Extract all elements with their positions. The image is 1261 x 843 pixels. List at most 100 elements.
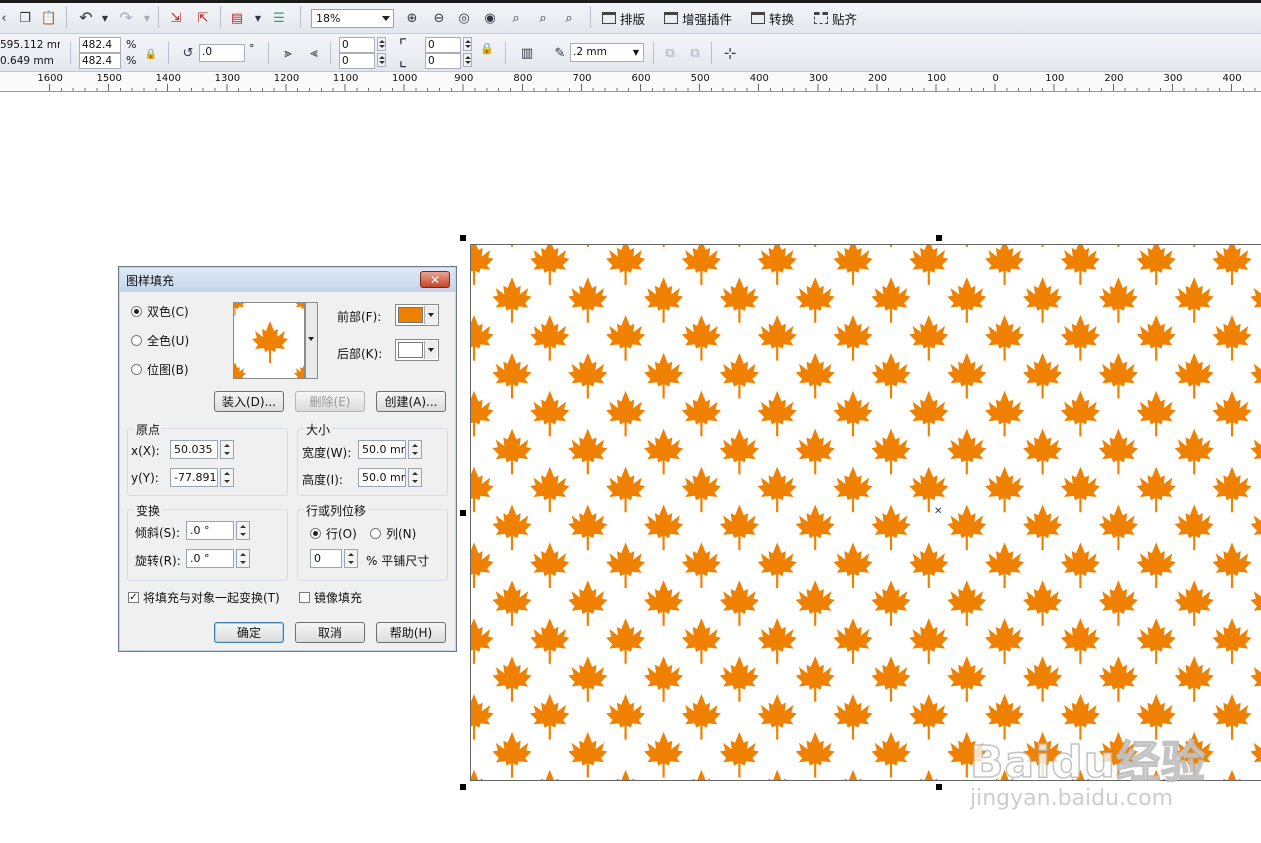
- redo-icon[interactable]: ↷: [118, 8, 134, 27]
- load-button[interactable]: 装入(D)...: [214, 391, 284, 412]
- corner-lock-icon[interactable]: 🔒: [479, 40, 495, 56]
- maple-leaf-icon: [833, 693, 873, 740]
- maple-leaf-icon: [1060, 618, 1100, 664]
- rotate-input[interactable]: .0 °: [186, 549, 234, 568]
- paste-icon[interactable]: 📋: [41, 10, 57, 26]
- corner-bottom-right-field[interactable]: 0: [425, 53, 461, 69]
- publish-pdf-icon[interactable]: ▤: [229, 10, 245, 26]
- undo-icon[interactable]: ↶: [78, 8, 94, 27]
- scale-height-field[interactable]: 482.4: [79, 53, 121, 69]
- convert-button[interactable]: 转换: [751, 9, 794, 27]
- lock-ratio-icon[interactable]: 🔒: [143, 46, 159, 62]
- zoom-in-icon[interactable]: ⊕: [404, 10, 420, 26]
- ruler-tick-label: 100: [1045, 73, 1065, 84]
- skew-spinner[interactable]: [236, 521, 250, 540]
- zoom-selected-icon[interactable]: ◎: [456, 10, 472, 26]
- cut-icon[interactable]: ‹: [0, 10, 12, 26]
- zoom-out-icon[interactable]: ⊖: [431, 10, 447, 26]
- pattern-dropdown[interactable]: [305, 302, 318, 379]
- snap-button[interactable]: 贴齐: [814, 9, 857, 27]
- corner-bottom-right-value: 0: [428, 55, 435, 67]
- dialog-titlebar[interactable]: 图样填充 ✕: [120, 268, 455, 292]
- radio-col-offset[interactable]: 列(N): [370, 525, 416, 542]
- mirror-horizontal-icon[interactable]: ⫸: [280, 45, 296, 61]
- rotate-spinner[interactable]: [236, 549, 250, 568]
- maple-leaf-icon: [606, 245, 646, 285]
- corner-bottom-right-spinner[interactable]: [463, 53, 472, 67]
- selection-handle[interactable]: [936, 235, 942, 241]
- publish-dropdown-icon[interactable]: ▼: [250, 10, 266, 26]
- size-height-value: 50.0 mm: [362, 471, 405, 484]
- corner-bottom-left-spinner[interactable]: [377, 53, 386, 67]
- wrap-text-icon[interactable]: ▥: [519, 45, 535, 61]
- maple-leaf-icon: [644, 352, 684, 399]
- layout-button[interactable]: 排版: [602, 9, 645, 27]
- outline-width-select[interactable]: .2 mm ▼: [570, 43, 644, 62]
- radio-two-color[interactable]: 双色(C): [131, 303, 189, 320]
- selection-handle[interactable]: [460, 235, 466, 241]
- corner-top-right-spinner[interactable]: [463, 37, 472, 51]
- origin-y-spinner[interactable]: [220, 468, 234, 487]
- options-icon[interactable]: ☰: [271, 10, 287, 26]
- selection-handle[interactable]: [460, 784, 466, 790]
- convert-to-curves-icon[interactable]: ⊹: [722, 44, 738, 62]
- help-button[interactable]: 帮助(H): [376, 622, 446, 643]
- plugins-button[interactable]: 增强插件: [664, 9, 732, 27]
- y-position-field[interactable]: 0.649 mm: [0, 54, 60, 70]
- y-position-value: 0.649 mm: [0, 55, 54, 67]
- zoom-level-select[interactable]: 18%: [311, 9, 394, 28]
- origin-x-spinner[interactable]: [220, 440, 234, 459]
- selection-handle[interactable]: [936, 784, 942, 790]
- zoom-height-icon[interactable]: ⌕: [561, 10, 577, 26]
- rotation-field[interactable]: .0: [199, 44, 245, 62]
- transform-with-object-checkbox[interactable]: ✓ 将填充与对象一起变换(T): [128, 589, 280, 606]
- pattern-filled-rectangle[interactable]: [470, 244, 1261, 781]
- export-icon[interactable]: ⇱: [195, 10, 211, 26]
- offset-spinner[interactable]: [344, 549, 358, 568]
- corner-top-left-field[interactable]: 0: [339, 37, 375, 53]
- offset-input[interactable]: 0: [310, 549, 342, 568]
- to-front-icon[interactable]: ⧉: [662, 45, 678, 61]
- size-width-spinner[interactable]: [408, 440, 422, 459]
- maple-leaf-icon: [1098, 428, 1138, 475]
- size-height-spinner[interactable]: [408, 468, 422, 487]
- undo-dropdown-icon[interactable]: ▼: [97, 10, 113, 26]
- center-marker-icon: ✕: [934, 506, 943, 517]
- copy-icon[interactable]: ❐: [17, 10, 33, 26]
- zoom-all-icon[interactable]: ◉: [482, 10, 498, 26]
- scale-width-field[interactable]: 482.4: [79, 37, 121, 53]
- radio-row-offset[interactable]: 行(O): [310, 525, 357, 542]
- cancel-button[interactable]: 取消: [295, 622, 365, 643]
- origin-x-input[interactable]: 50.035 m: [170, 440, 218, 459]
- corner-bottom-left-field[interactable]: 0: [339, 53, 375, 69]
- back-color-picker[interactable]: [395, 339, 439, 361]
- ok-button[interactable]: 确定: [214, 622, 284, 643]
- corner-top-left-spinner[interactable]: [377, 37, 386, 51]
- mirror-vertical-icon[interactable]: ⫷: [306, 45, 322, 61]
- front-color-picker[interactable]: [395, 304, 439, 326]
- x-position-field[interactable]: 595.112 mm: [0, 38, 60, 54]
- horizontal-ruler[interactable]: 0 1600 1500 1400 1300 1200 1100 1000 900 800 700 60…: [0, 72, 1261, 92]
- to-back-icon[interactable]: ⧉: [687, 45, 703, 61]
- skew-input[interactable]: .0 °: [186, 521, 234, 540]
- size-width-input[interactable]: 50.0 mm: [358, 440, 406, 459]
- radio-full-color[interactable]: 全色(U): [131, 332, 189, 349]
- maple-leaf-icon: [719, 245, 759, 247]
- import-icon[interactable]: ⇲: [168, 10, 184, 26]
- mirror-fill-checkbox[interactable]: 镜像填充: [299, 589, 362, 606]
- radio-bitmap[interactable]: 位图(B): [131, 361, 189, 378]
- close-button[interactable]: ✕: [420, 271, 450, 288]
- zoom-width-icon[interactable]: ⌕: [535, 10, 551, 26]
- maple-leaf-icon: [1060, 693, 1100, 740]
- create-button[interactable]: 创建(A)...: [376, 391, 446, 412]
- size-height-input[interactable]: 50.0 mm: [358, 468, 406, 487]
- pattern-preview[interactable]: [233, 302, 305, 379]
- redo-dropdown-icon[interactable]: ▼: [139, 10, 155, 26]
- maple-leaf-icon: [1212, 618, 1252, 664]
- zoom-page-icon[interactable]: ⌕: [508, 10, 524, 26]
- selection-handle[interactable]: [460, 510, 466, 516]
- delete-button[interactable]: 删除(E): [295, 391, 365, 412]
- origin-y-input[interactable]: -77.891 i: [170, 468, 218, 487]
- corner-top-right-field[interactable]: 0: [425, 37, 461, 53]
- maple-leaf-icon: [1250, 504, 1261, 551]
